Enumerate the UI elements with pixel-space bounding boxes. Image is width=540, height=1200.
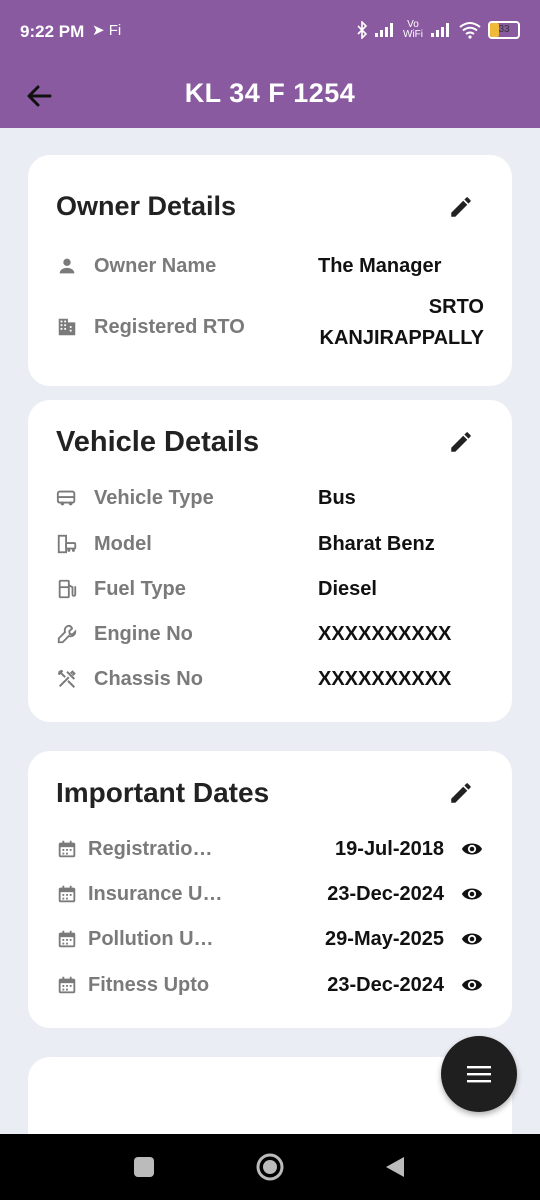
edit-dates-icon[interactable] (448, 780, 474, 806)
vehicle-details-heading: Vehicle Details (56, 426, 260, 458)
signal-icon (375, 23, 393, 37)
important-dates-card: Important Dates Registratio… 19-Jul-2018… (28, 751, 512, 1028)
engine-no-value: XXXXXXXXXX (318, 623, 452, 645)
wifi-icon (459, 22, 481, 39)
wrench-icon (57, 624, 77, 644)
battery-level: 33 (498, 24, 510, 35)
system-nav-bar (0, 1134, 540, 1200)
owner-name-label: Owner Name (94, 255, 217, 277)
status-right: Vo WiFi 33 (356, 20, 520, 40)
chassis-no-label: Chassis No (94, 668, 203, 690)
fuel-type-label: Fuel Type (94, 578, 186, 600)
back-nav-icon[interactable] (384, 1155, 406, 1179)
registered-rto-row: Registered RTO SRTO KANJIRAPPALLY (56, 296, 484, 349)
registered-rto-line1: SRTO (428, 296, 484, 318)
signal-icon-2 (431, 23, 449, 37)
calendar-icon (58, 840, 76, 858)
fitness-value: 23-Dec-2024 (327, 974, 444, 996)
view-eye-icon[interactable] (460, 974, 484, 996)
important-dates-heading: Important Dates (56, 777, 270, 808)
registration-label: Registratio… (88, 838, 213, 860)
registered-rto-value: SRTO KANJIRAPPALLY (320, 292, 484, 354)
registration-date-row: Registratio… 19-Jul-2018 (56, 829, 484, 869)
status-bar: 9:22 PM ➤ Fi Vo WiFi 33 (0, 0, 540, 64)
edit-vehicle-icon[interactable] (448, 429, 474, 455)
fuel-icon (58, 579, 77, 599)
vehicle-details-card: Vehicle Details Vehicle Type Bus Model B… (28, 400, 512, 722)
home-icon[interactable] (256, 1153, 284, 1181)
owner-details-heading: Owner Details (56, 191, 237, 221)
notification-icons: ➤ Fi (92, 22, 122, 39)
view-eye-icon[interactable] (460, 928, 484, 950)
page-title: KL 34 F 1254 (184, 78, 356, 108)
owner-details-card: Owner Details Owner Name The Manager Reg… (28, 155, 512, 386)
vehicle-type-row: Vehicle Type Bus (56, 478, 484, 518)
model-row: Model Bharat Benz (56, 524, 484, 564)
vowifi-label: Vo WiFi (403, 19, 423, 40)
insurance-label: Insurance U… (88, 883, 223, 905)
bus-icon (56, 490, 76, 506)
fuel-type-value: Diesel (318, 578, 377, 600)
insurance-date-row: Insurance U… 23-Dec-2024 (56, 874, 484, 914)
fuel-type-row: Fuel Type Diesel (56, 569, 484, 609)
registered-rto-line2: KANJIRAPPALLY (319, 327, 484, 349)
model-label: Model (94, 533, 152, 555)
model-value: Bharat Benz (318, 533, 435, 555)
edit-owner-icon[interactable] (448, 194, 474, 220)
calendar-icon (58, 885, 76, 903)
registered-rto-label: Registered RTO (94, 316, 245, 338)
insurance-value: 23-Dec-2024 (327, 883, 444, 905)
chassis-no-value: XXXXXXXXXX (318, 668, 452, 690)
pollution-value: 29-May-2025 (325, 928, 444, 950)
battery-icon: 33 (488, 21, 520, 39)
tools-icon (57, 669, 76, 688)
chassis-no-row: Chassis No XXXXXXXXXX (56, 659, 484, 699)
pollution-label: Pollution U… (88, 928, 214, 950)
owner-name-value: The Manager (318, 255, 442, 277)
recents-icon[interactable] (133, 1156, 155, 1178)
engine-no-row: Engine No XXXXXXXXXX (56, 614, 484, 654)
engine-no-label: Engine No (94, 623, 193, 645)
view-eye-icon[interactable] (460, 883, 484, 905)
fitness-date-row: Fitness Upto 23-Dec-2024 (56, 965, 484, 1005)
car-model-icon (57, 534, 77, 554)
calendar-icon (58, 930, 76, 948)
pollution-date-row: Pollution U… 29-May-2025 (56, 919, 484, 959)
view-eye-icon[interactable] (460, 838, 484, 860)
vehicle-type-label: Vehicle Type (94, 487, 214, 509)
menu-icon (467, 1066, 491, 1083)
vehicle-type-value: Bus (318, 487, 356, 509)
calendar-icon (58, 976, 76, 994)
app-bar: KL 34 F 1254 (0, 64, 540, 128)
bluetooth-icon (357, 21, 368, 39)
registration-value: 19-Jul-2018 (335, 838, 444, 860)
building-icon (58, 318, 76, 336)
status-time: 9:22 PM (20, 22, 85, 41)
person-icon (59, 258, 75, 274)
owner-name-row: Owner Name The Manager (56, 246, 484, 286)
fitness-label: Fitness Upto (88, 974, 210, 996)
menu-fab-button[interactable] (441, 1036, 517, 1112)
